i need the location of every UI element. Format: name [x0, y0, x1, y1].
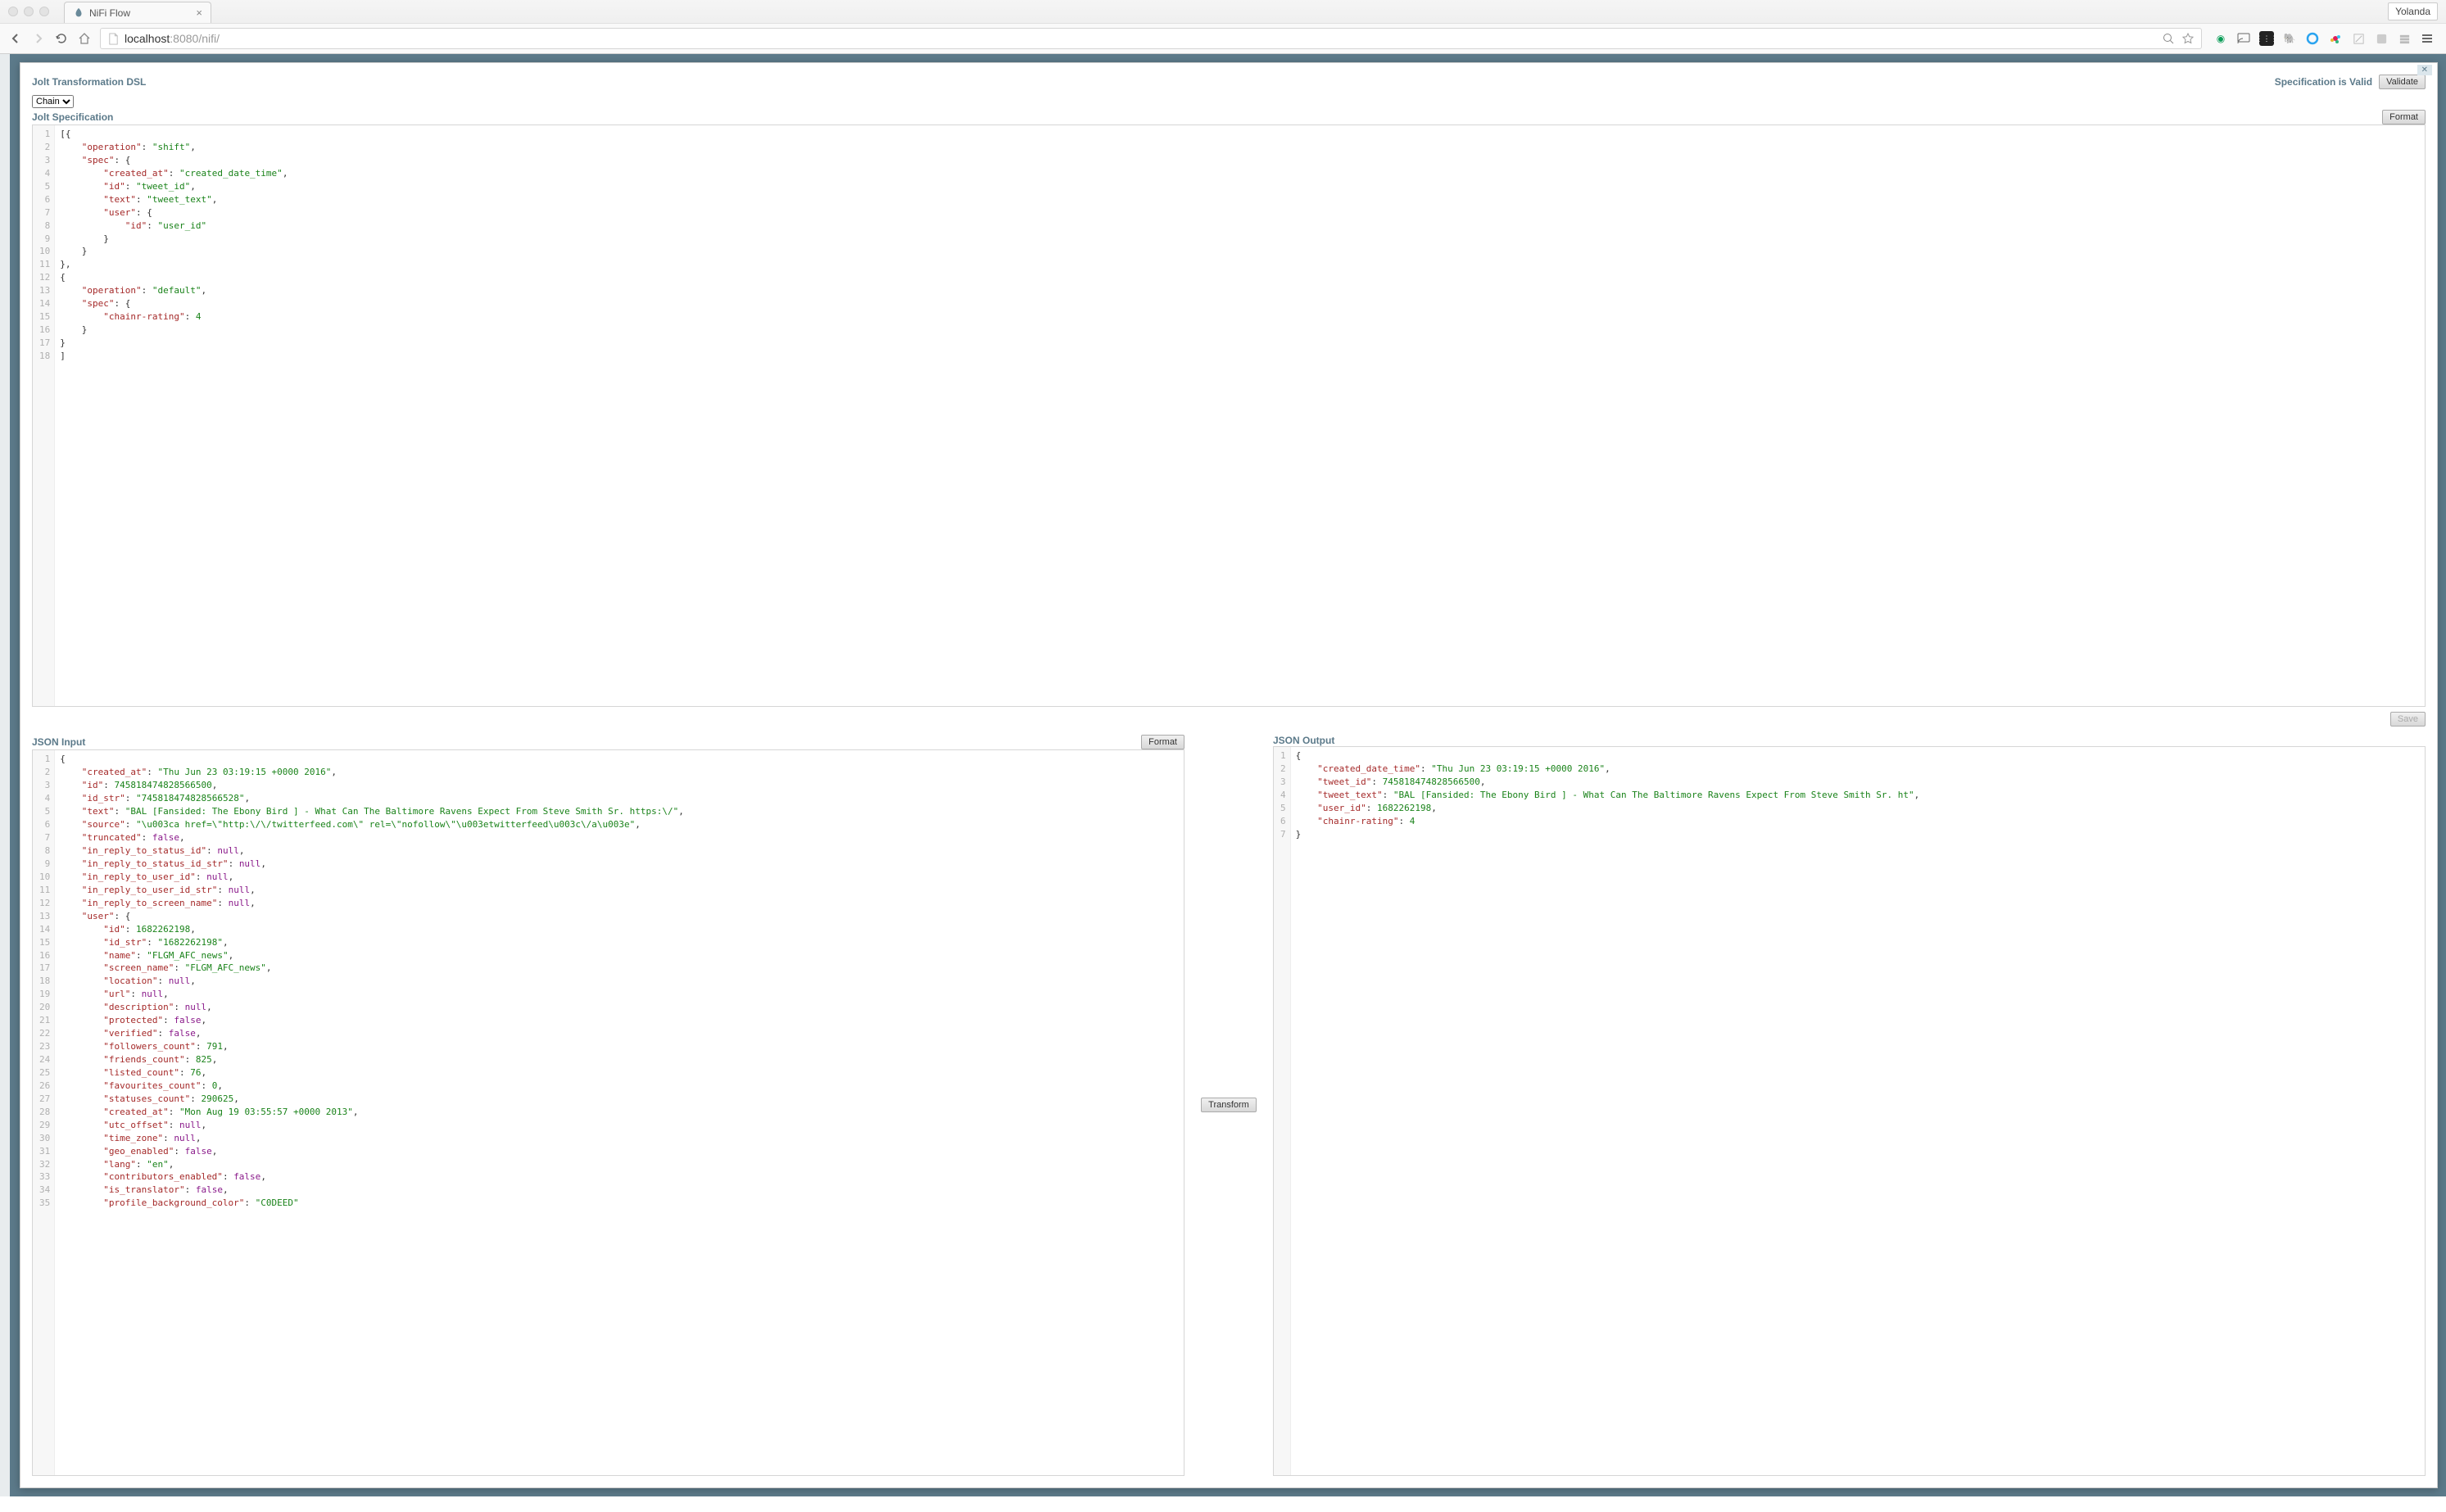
extension-icons: ◉ ⋮⋮⋮ 🐘 — [2210, 31, 2438, 46]
forward-icon[interactable] — [31, 31, 46, 46]
input-label: JSON Input — [32, 736, 85, 748]
browser-tab[interactable]: NiFi Flow × — [64, 2, 211, 23]
ext-box-icon[interactable] — [2374, 31, 2389, 46]
ext-circle-icon[interactable] — [2305, 31, 2320, 46]
reload-icon[interactable] — [54, 31, 69, 46]
ext-cast-icon[interactable] — [2236, 31, 2251, 46]
output-editor[interactable]: 1 2 3 4 5 6 7 { "created_date_time": "Th… — [1273, 746, 2426, 1476]
jolt-advanced-modal: ✕ Jolt Transformation DSL Specification … — [20, 62, 2438, 1488]
nifi-favicon — [73, 7, 84, 19]
output-code[interactable]: { "created_date_time": "Thu Jun 23 03:19… — [1291, 747, 2425, 1475]
menu-icon[interactable] — [2420, 31, 2435, 46]
save-button[interactable]: Save — [2390, 712, 2426, 727]
dsl-select[interactable]: Chain — [32, 95, 74, 108]
ext-delicious-icon[interactable]: ⋮⋮⋮ — [2259, 31, 2274, 46]
page-icon — [107, 33, 120, 45]
canvas-left-edge — [0, 54, 10, 1496]
output-gutter: 1 2 3 4 5 6 7 — [1274, 747, 1291, 1475]
traffic-min[interactable] — [24, 7, 34, 16]
input-code[interactable]: { "created_at": "Thu Jun 23 03:19:15 +00… — [55, 750, 1184, 1475]
spec-format-button[interactable]: Format — [2382, 110, 2426, 124]
spec-code[interactable]: [{ "operation": "shift", "spec": { "crea… — [55, 125, 2425, 706]
traffic-close[interactable] — [8, 7, 18, 16]
url-text: localhost:8080/nifi/ — [125, 32, 220, 45]
star-icon[interactable] — [2181, 32, 2195, 45]
canvas-background: ✕ Jolt Transformation DSL Specification … — [0, 54, 2446, 1496]
input-gutter: 1 2 3 4 5 6 7 8 9 10 11 12 13 14 15 16 1… — [33, 750, 55, 1475]
modal-close-icon[interactable]: ✕ — [2417, 65, 2432, 75]
back-icon[interactable] — [8, 31, 23, 46]
user-badge[interactable]: Yolanda — [2388, 2, 2438, 20]
dsl-label: Jolt Transformation DSL — [32, 76, 146, 88]
validate-button[interactable]: Validate — [2379, 75, 2426, 89]
traffic-max[interactable] — [39, 7, 49, 16]
input-format-button[interactable]: Format — [1141, 735, 1184, 749]
tab-close-icon[interactable]: × — [196, 7, 202, 19]
url-bar[interactable]: localhost:8080/nifi/ — [100, 28, 2202, 49]
window-controls — [0, 2, 57, 21]
validation-message: Specification is Valid — [2275, 76, 2372, 88]
transform-button[interactable]: Transform — [1201, 1098, 1257, 1112]
ext-note-icon[interactable] — [2351, 31, 2366, 46]
spec-label: Jolt Specification — [32, 111, 113, 123]
zoom-icon[interactable] — [2162, 32, 2175, 45]
output-label: JSON Output — [1273, 735, 1334, 746]
nav-bar: localhost:8080/nifi/ ◉ ⋮⋮⋮ 🐘 — [0, 23, 2446, 53]
tab-title: NiFi Flow — [89, 7, 130, 19]
spec-editor[interactable]: 1 2 3 4 5 6 7 8 9 10 11 12 13 14 15 16 1… — [32, 124, 2426, 707]
ext-slack-icon[interactable] — [2328, 31, 2343, 46]
ext-evernote-icon[interactable]: 🐘 — [2282, 31, 2297, 46]
tab-bar: NiFi Flow × — [57, 0, 218, 23]
home-icon[interactable] — [77, 31, 92, 46]
ext-stack-icon[interactable] — [2397, 31, 2412, 46]
browser-chrome: NiFi Flow × Yolanda localhost:8080/nifi/… — [0, 0, 2446, 54]
ext-hangouts-icon[interactable]: ◉ — [2213, 31, 2228, 46]
spec-gutter: 1 2 3 4 5 6 7 8 9 10 11 12 13 14 15 16 1… — [33, 125, 55, 706]
input-editor[interactable]: 1 2 3 4 5 6 7 8 9 10 11 12 13 14 15 16 1… — [32, 749, 1184, 1476]
